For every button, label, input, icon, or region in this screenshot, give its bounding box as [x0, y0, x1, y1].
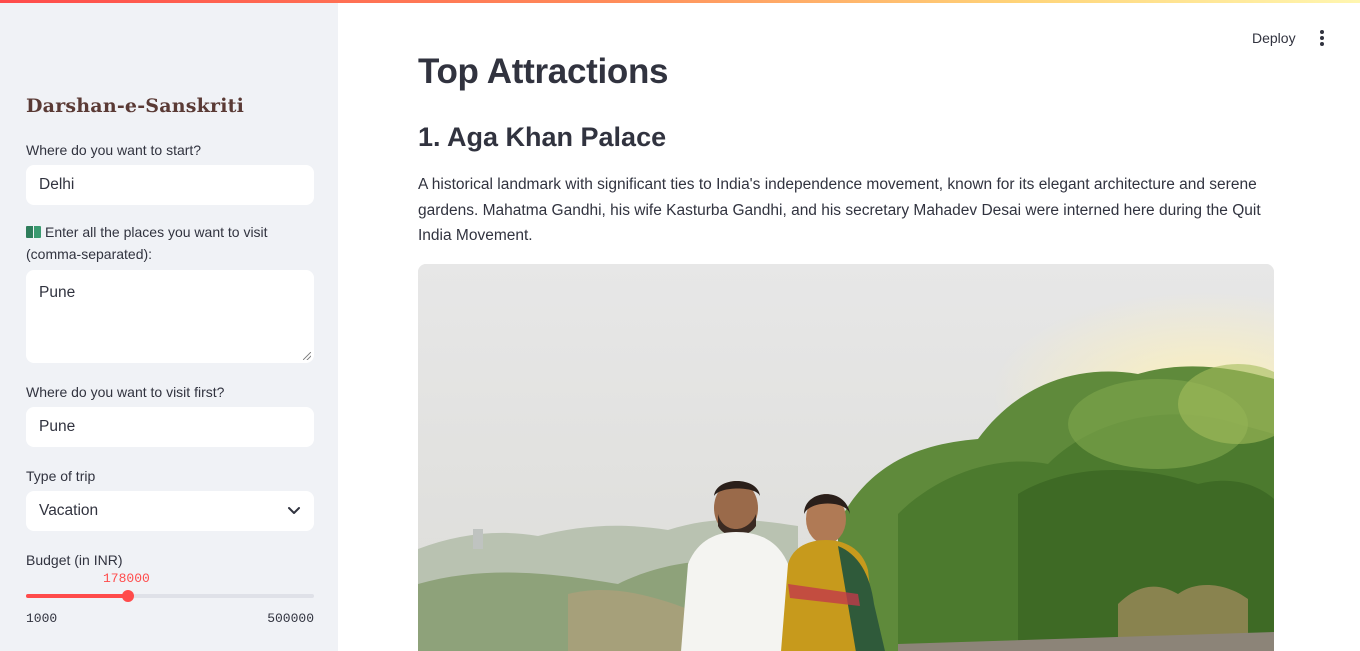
- attraction-photo-illustration: [418, 264, 1274, 651]
- attraction-photo: [418, 264, 1274, 651]
- slider-max-label: 500000: [267, 611, 314, 626]
- first-visit-label: Where do you want to visit first?: [26, 384, 225, 400]
- chevron-down-icon: [288, 507, 300, 514]
- resize-handle[interactable]: [303, 352, 311, 360]
- page-title: Top Attractions: [418, 52, 669, 91]
- budget-slider-fill: [26, 594, 129, 598]
- places-label: Enter all the places you want to visit (…: [26, 221, 316, 265]
- slider-min-label: 1000: [26, 611, 58, 626]
- places-textarea-value: Pune: [39, 284, 76, 301]
- attraction-heading: 1. Aga Khan Palace: [418, 122, 667, 152]
- budget-slider-track[interactable]: [26, 590, 314, 602]
- attraction-description: A historical landmark with significant t…: [418, 176, 1261, 244]
- start-input-value: Delhi: [39, 176, 75, 193]
- trip-type-select[interactable]: Vacation: [26, 491, 314, 531]
- trip-type-label: Type of trip: [26, 468, 96, 484]
- main-menu-icon[interactable]: [1314, 28, 1330, 48]
- places-textarea[interactable]: Pune: [26, 270, 314, 363]
- places-label-text: Enter all the places you want to visit (…: [26, 224, 268, 262]
- first-visit-input-value: Pune: [39, 418, 76, 435]
- slider-current-value: 178000: [103, 571, 150, 586]
- top-decoration-bar: [0, 0, 1360, 3]
- sidebar-title: Darshan-e-Sanskriti: [26, 95, 245, 117]
- start-label: Where do you want to start?: [26, 142, 202, 158]
- start-input[interactable]: Delhi: [26, 165, 314, 205]
- deploy-button[interactable]: Deploy: [1244, 26, 1304, 50]
- book-icon: [26, 226, 41, 238]
- budget-label: Budget (in INR): [26, 552, 123, 568]
- budget-slider-thumb[interactable]: [122, 590, 135, 602]
- trip-type-value: Vacation: [39, 502, 99, 519]
- first-visit-input[interactable]: Pune: [26, 407, 314, 447]
- sidebar: Darshan-e-Sanskriti Where do you want to…: [0, 0, 338, 651]
